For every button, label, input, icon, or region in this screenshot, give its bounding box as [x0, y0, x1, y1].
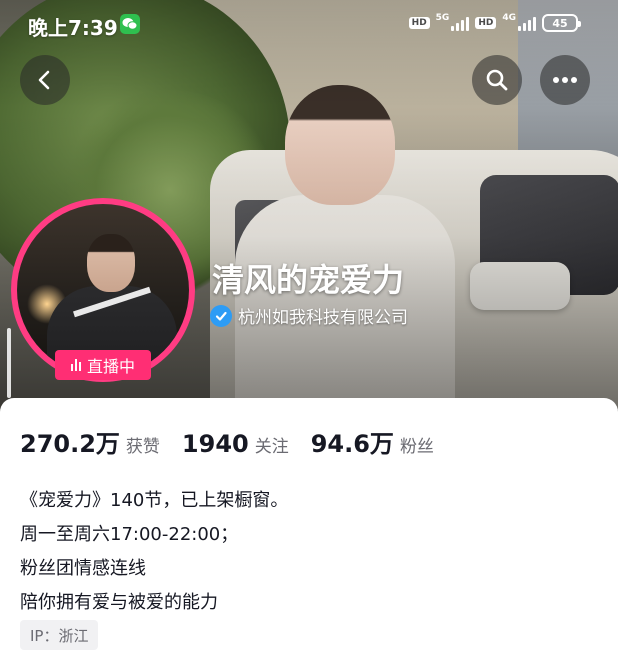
more-dots-icon — [553, 77, 577, 83]
stat-likes[interactable]: 270.2万 获赞 — [20, 424, 160, 459]
live-badge[interactable]: 直播中 — [55, 350, 151, 380]
profile-info-card: 270.2万 获赞 1940 关注 94.6万 粉丝 《宠爱力》140节，已上架… — [0, 398, 618, 653]
battery-icon: 45 — [542, 14, 581, 32]
hd-badge: HD — [408, 17, 430, 29]
bio-line: 陪你拥有爱与被爱的能力 — [20, 592, 218, 613]
live-label: 直播中 — [86, 357, 135, 376]
chevron-left-icon — [38, 70, 50, 90]
profile-name: 清风的宠爱力 — [212, 261, 405, 299]
stat-followers[interactable]: 94.6万 粉丝 — [311, 424, 434, 459]
stat-followers-label: 粉丝 — [399, 437, 434, 457]
wechat-icon — [120, 14, 140, 34]
verified-check-icon — [210, 304, 232, 327]
status-time: 晚上7:39 — [28, 16, 118, 40]
search-icon — [486, 69, 508, 91]
network-label-1: 5G — [435, 13, 450, 23]
signal-strength-icon-2 — [518, 15, 536, 31]
back-button[interactable] — [20, 55, 70, 105]
bio-line: 周一至周六17:00-22:00； — [20, 524, 239, 545]
profile-bio: 《宠爱力》140节，已上架橱窗。 周一至周六17:00-22:00； 粉丝团情感… — [20, 484, 288, 620]
verified-organization: 杭州如我科技有限公司 — [238, 308, 408, 328]
verified-row: 杭州如我科技有限公司 — [210, 303, 408, 328]
bio-line: 《宠爱力》140节，已上架橱窗。 — [20, 490, 289, 511]
hd-badge-2: HD — [475, 17, 497, 29]
status-indicators: HD 5G HD 4G 45 — [408, 12, 581, 34]
search-button[interactable] — [472, 55, 522, 105]
stat-likes-value: 270.2万 — [20, 430, 120, 458]
battery-level: 45 — [552, 16, 568, 30]
live-bars-icon — [70, 359, 81, 371]
profile-stats: 270.2万 获赞 1940 关注 94.6万 粉丝 — [20, 424, 456, 459]
network-label-2: 4G — [502, 13, 516, 23]
stat-likes-label: 获赞 — [125, 437, 160, 457]
stat-following[interactable]: 1940 关注 — [182, 430, 289, 458]
signal-strength-icon — [451, 15, 470, 31]
more-button[interactable] — [540, 55, 590, 105]
stat-followers-value: 94.6万 — [310, 430, 394, 458]
stat-following-label: 关注 — [254, 437, 289, 457]
avatar-person-head — [87, 234, 135, 292]
scroll-indicator — [7, 328, 11, 398]
stat-following-value: 1940 — [181, 430, 249, 458]
bio-line: 粉丝团情感连线 — [20, 558, 146, 579]
ip-location-tag: IP：浙江 — [20, 620, 99, 650]
